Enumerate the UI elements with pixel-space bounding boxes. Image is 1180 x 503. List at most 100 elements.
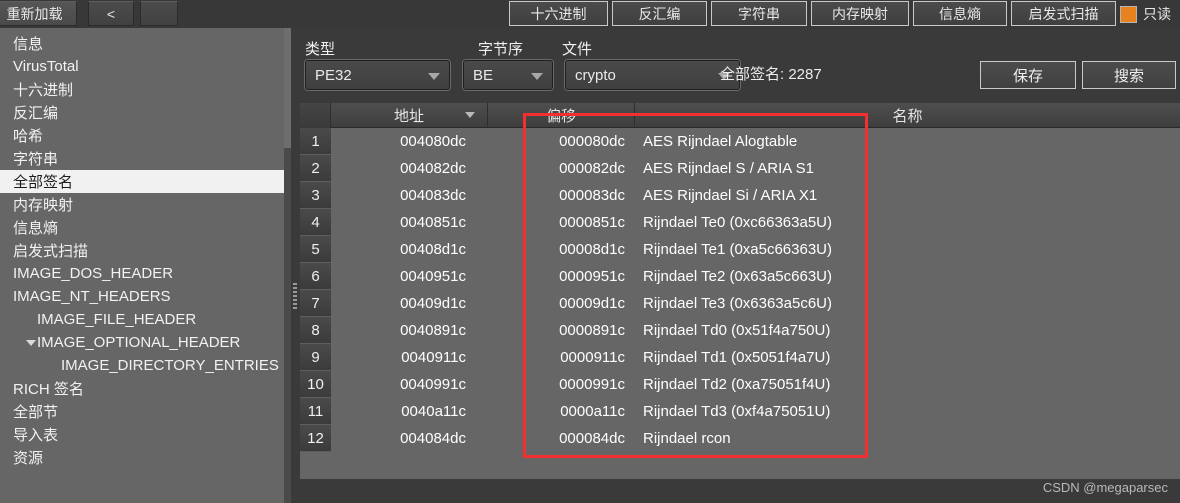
sidebar-item-label: IMAGE_DIRECTORY_ENTRIES [61, 357, 279, 374]
sidebar-panel[interactable]: 信息 VirusTotal 十六进制 反汇编哈希字符串 全部签名 内存映射信息熵启发式扫描… [0, 28, 291, 503]
table-row[interactable]: 7 00409d1c 00009d1c Rijndael Te3 (0x6363a5c… [300, 290, 1180, 317]
splitter-grip-icon[interactable] [293, 283, 297, 311]
reload-button[interactable]: 重新加载 [0, 1, 77, 26]
cell-offset: 0000851c [559, 214, 625, 231]
row-index: 1 [300, 128, 331, 155]
row-index: 2 [300, 155, 331, 182]
chevron-down-icon[interactable] [24, 331, 38, 354]
panel-splitter[interactable] [291, 28, 300, 503]
save-button[interactable]: 保存 [980, 61, 1076, 89]
table-row[interactable]: 4 0040851c 0000851c Rijndael Te0 (0xc66363a… [300, 209, 1180, 236]
hex-view-button[interactable]: 十六进制 [509, 1, 608, 26]
sidebar-item[interactable]: 信息 [0, 32, 291, 55]
row-index: 11 [300, 398, 331, 425]
readonly-label: 只读 [1143, 6, 1171, 22]
column-header-name[interactable]: 名称 [635, 103, 1180, 128]
file-select[interactable]: crypto [565, 60, 740, 90]
sidebar-item-label: RICH 签名 [13, 381, 84, 398]
sidebar-item[interactable]: 启发式扫描 [0, 239, 291, 262]
cell-name: Rijndael Te0 (0xc66363a5U) [643, 214, 833, 231]
sidebar-item[interactable]: 十六进制 [0, 78, 291, 101]
type-label: 类型 [305, 41, 336, 58]
type-select[interactable]: PE32 [305, 60, 450, 90]
endianness-select[interactable]: BE [463, 60, 553, 90]
sidebar-item-label: IMAGE_DOS_HEADER [13, 265, 174, 282]
entropy-button[interactable]: 信息熵 [913, 1, 1007, 26]
sidebar-item[interactable]: IMAGE_FILE_HEADER [0, 308, 291, 331]
cell-name: Rijndael Td2 (0xa75051f4U) [643, 376, 831, 393]
checkbox-icon[interactable] [1120, 5, 1137, 23]
cell-address: 0040951c [400, 268, 466, 285]
cell-address: 004083dc [400, 187, 466, 204]
sidebar-item[interactable]: 导入表 [0, 423, 291, 446]
table-row[interactable]: 12 004084dc 000084dc Rijndael rcon [300, 425, 1180, 452]
sidebar-item[interactable]: 全部签名 [0, 170, 291, 193]
sidebar-item[interactable]: 资源 [0, 446, 291, 469]
strings-button[interactable]: 字符串 [711, 1, 807, 26]
column-header-address-label: 地址 [393, 108, 424, 125]
sidebar-item[interactable]: RICH 签名 [0, 377, 291, 400]
app-window: 重新加载 < 十六进制 反汇编 字符串 内存映射 信息熵 启发式扫描 只读 信息… [0, 0, 1180, 503]
sidebar-item[interactable]: 信息熵 [0, 216, 291, 239]
table-row[interactable]: 1 004080dc 000080dc AES Rijndael Alogtable [300, 128, 1180, 155]
table-row[interactable]: 8 0040891c 0000891c Rijndael Td0 (0x51f4a75… [300, 317, 1180, 344]
blank-button[interactable] [140, 1, 178, 26]
cell-address: 004084dc [400, 430, 466, 447]
cell-address: 0040851c [400, 214, 466, 231]
sidebar-item[interactable]: IMAGE_OPTIONAL_HEADER [0, 331, 291, 354]
sidebar-item[interactable]: 全部节 [0, 400, 291, 423]
type-select-value: PE32 [315, 66, 352, 84]
search-button[interactable]: 搜索 [1082, 61, 1176, 89]
table-row[interactable]: 10 0040991c 0000991c Rijndael Td2 (0xa75051… [300, 371, 1180, 398]
table-body: 1 004080dc 000080dc AES Rijndael Alogtable 2… [300, 128, 1180, 479]
sidebar-item-label: IMAGE_NT_HEADERS [13, 288, 171, 305]
table-row[interactable]: 11 0040a11c 0000a11c Rijndael Td3 (0xf4a750… [300, 398, 1180, 425]
sidebar-item-label: 导入表 [13, 427, 59, 444]
heuristic-scan-button[interactable]: 启发式扫描 [1011, 1, 1116, 26]
sidebar-item[interactable]: IMAGE_DIRECTORY_ENTRIES [0, 354, 291, 377]
sidebar-item[interactable]: 反汇编 [0, 101, 291, 124]
cell-offset: 0000891c [559, 322, 625, 339]
sidebar-item[interactable]: 哈希 [0, 124, 291, 147]
watermark-text: CSDN @megaparsec [1042, 480, 1168, 495]
back-button[interactable]: < [88, 1, 134, 26]
memory-map-button[interactable]: 内存映射 [811, 1, 909, 26]
cell-name: Rijndael Td0 (0x51f4a750U) [643, 322, 831, 339]
table-row[interactable]: 2 004082dc 000082dc AES Rijndael S / ARIA S… [300, 155, 1180, 182]
column-header-address[interactable]: 地址 [331, 103, 488, 128]
sidebar-tree[interactable]: 信息 VirusTotal 十六进制 反汇编哈希字符串 全部签名 内存映射信息熵启发式扫描… [0, 28, 291, 469]
sidebar-scrollbar[interactable] [284, 28, 291, 503]
sidebar-item-label: 哈希 [13, 128, 44, 145]
table-row[interactable]: 3 004083dc 000083dc AES Rijndael Si / ARIA … [300, 182, 1180, 209]
sidebar-item[interactable]: IMAGE_NT_HEADERS [0, 285, 291, 308]
sidebar-item-label: 信息熵 [13, 220, 59, 237]
sidebar-item[interactable]: 字符串 [0, 147, 291, 170]
main-panel: 类型 PE32 字节序 BE 文件 crypto 全部签名: 2287 保存 搜… [300, 28, 1180, 503]
cell-offset: 0000991c [559, 376, 625, 393]
sidebar-item[interactable]: VirusTotal [0, 55, 291, 78]
cell-name: Rijndael Te2 (0x63a5c663U) [643, 268, 833, 285]
column-header-offset[interactable]: 偏移 [488, 103, 635, 128]
sidebar-item-label: VirusTotal [13, 58, 79, 75]
signature-count: 全部签名: 2287 [720, 66, 822, 83]
table-header-row: 地址 偏移 名称 [300, 103, 1180, 128]
table-row[interactable]: 5 00408d1c 00008d1c Rijndael Te1 (0xa5c6636… [300, 236, 1180, 263]
sidebar-item[interactable]: IMAGE_DOS_HEADER [0, 262, 291, 285]
signatures-table: 地址 偏移 名称 1 004080dc 000080dc AES Rijndael A… [300, 103, 1180, 479]
table-row[interactable]: 9 0040911c 0000911c Rijndael Td1 (0x5051f4a… [300, 344, 1180, 371]
sort-descending-icon [465, 112, 475, 118]
sidebar-item[interactable]: 内存映射 [0, 193, 291, 216]
row-index: 7 [300, 290, 331, 317]
sidebar-scrollbar-thumb[interactable] [284, 28, 291, 148]
cell-name: Rijndael Td3 (0xf4a75051U) [643, 403, 831, 420]
readonly-toggle[interactable]: 只读 [1120, 2, 1171, 26]
cell-address: 0040a11c [401, 403, 466, 420]
disassembly-button[interactable]: 反汇编 [612, 1, 707, 26]
cell-address: 004080dc [400, 133, 466, 150]
cell-offset: 0000951c [559, 268, 625, 285]
row-index: 12 [300, 425, 331, 452]
row-index: 10 [300, 371, 331, 398]
column-header-index[interactable] [300, 103, 331, 128]
table-row[interactable]: 6 0040951c 0000951c Rijndael Te2 (0x63a5c66… [300, 263, 1180, 290]
row-index: 4 [300, 209, 331, 236]
